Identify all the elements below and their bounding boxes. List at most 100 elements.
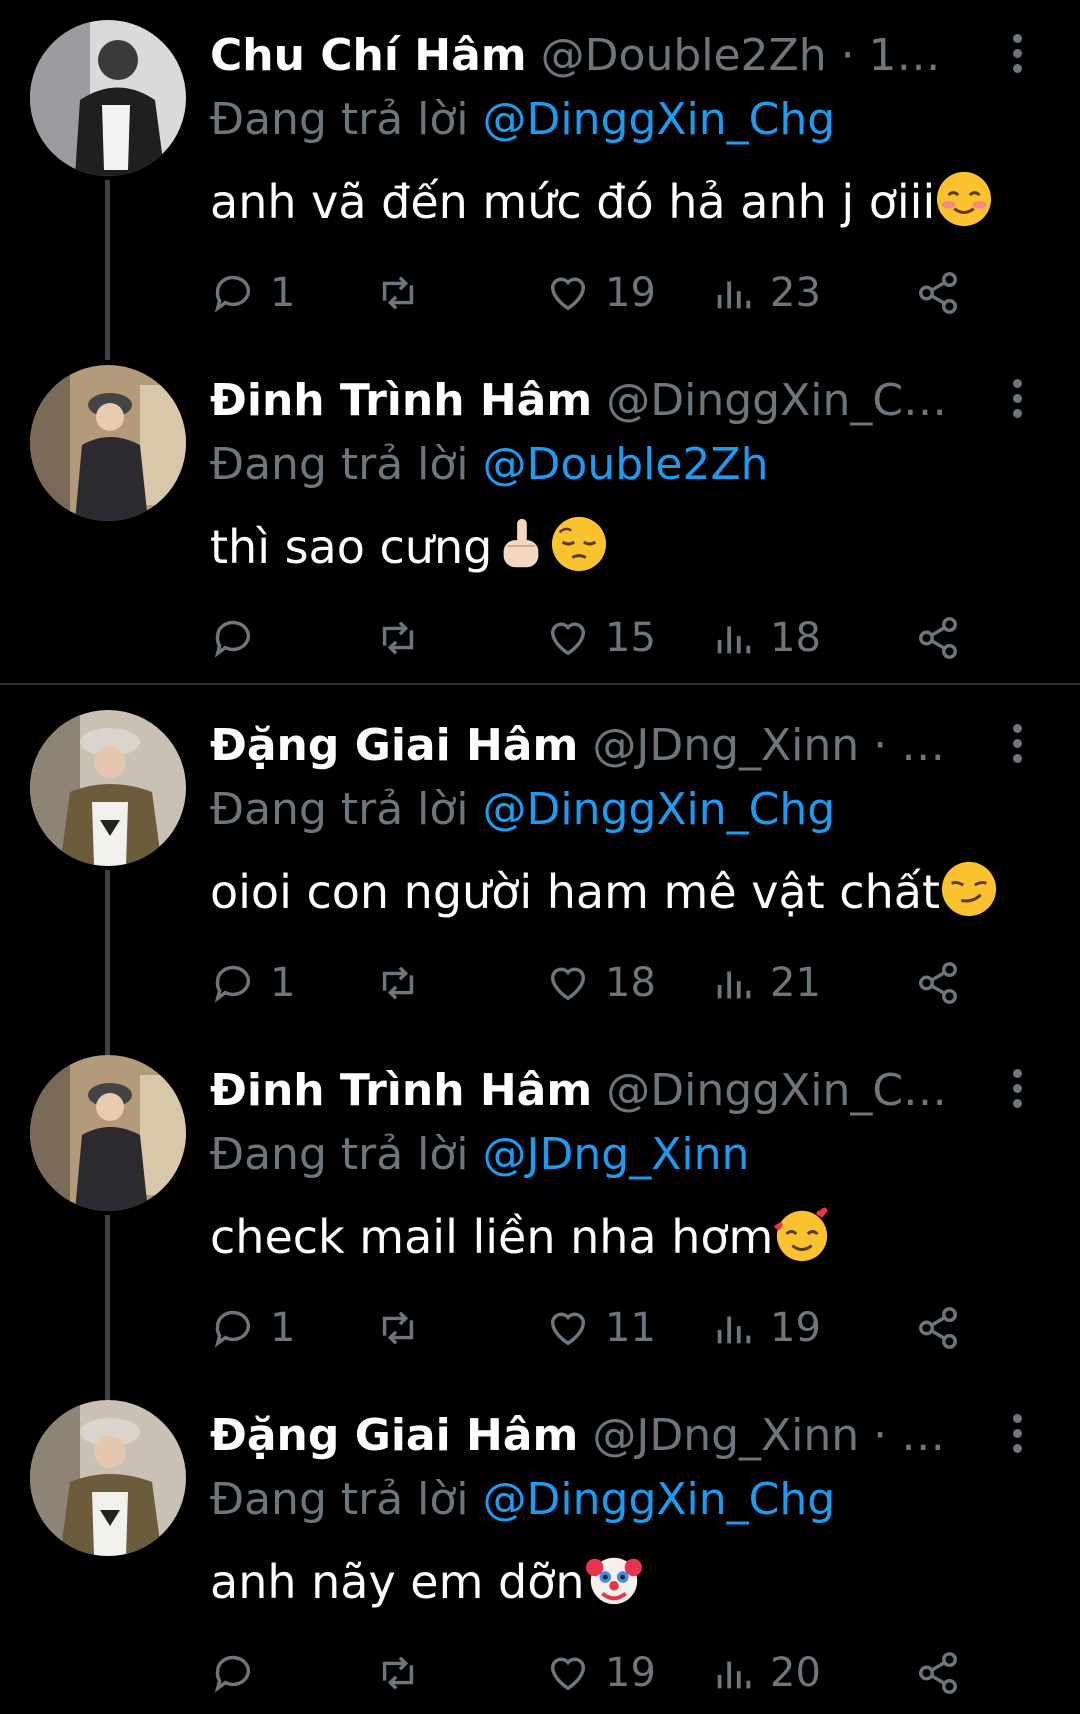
- views-button[interactable]: 20: [710, 1645, 821, 1701]
- share-button[interactable]: [915, 955, 961, 1011]
- share-icon: [919, 1652, 957, 1694]
- replying-label: Đang trả lời: [210, 784, 469, 835]
- display-name[interactable]: Đặng Giai Hâm: [210, 720, 578, 771]
- retweet-button[interactable]: [375, 610, 435, 666]
- replying-to: Đang trả lời @Double2Zh: [210, 435, 768, 495]
- share-icon: [919, 617, 957, 659]
- views-button[interactable]: 18: [710, 610, 821, 666]
- middle-finger-emoji: [503, 518, 539, 568]
- reply-button[interactable]: 1: [210, 955, 295, 1011]
- more-options-icon[interactable]: [1005, 1063, 1029, 1123]
- tweet-text: oioi con người ham mê vật chất: [210, 860, 998, 924]
- more-options-icon[interactable]: [1005, 28, 1029, 88]
- more-options-icon[interactable]: [1005, 718, 1029, 778]
- share-button[interactable]: [915, 1645, 961, 1701]
- display-name[interactable]: Đinh Trình Hâm: [210, 1065, 592, 1116]
- retweet-icon: [382, 621, 414, 655]
- retweet-button[interactable]: [375, 1300, 435, 1356]
- action-bar: 19 20: [210, 1645, 1030, 1701]
- display-name[interactable]: Chu Chí Hâm: [210, 30, 527, 81]
- retweet-button[interactable]: [375, 955, 435, 1011]
- tweet-text: anh vã đến mức đó hả anh j ơiii: [210, 170, 993, 234]
- display-name[interactable]: Đinh Trình Hâm: [210, 375, 592, 426]
- views-button[interactable]: 23: [710, 265, 821, 321]
- mention-link[interactable]: @DinggXin_Chg: [483, 784, 836, 835]
- tweet[interactable]: Đinh Trình Hâm @DinggXin_C… Đang trả lời…: [0, 365, 1080, 675]
- handle[interactable]: @JDng_Xinn · …: [592, 720, 945, 771]
- mention-link[interactable]: @DinggXin_Chg: [483, 94, 836, 145]
- like-count: 19: [605, 270, 656, 316]
- avatar[interactable]: [30, 710, 186, 866]
- tweet[interactable]: Chu Chí Hâm @Double2Zh · 1… Đang trả lời…: [0, 20, 1080, 360]
- views-count: 19: [770, 1305, 821, 1351]
- heart-icon: [550, 277, 586, 311]
- like-button[interactable]: 18: [545, 955, 656, 1011]
- reply-icon: [214, 275, 251, 313]
- tweet-text-content: anh nãy em dỡn: [210, 1555, 585, 1609]
- views-icon: [717, 971, 751, 999]
- handle[interactable]: @DinggXin_C…: [606, 375, 947, 426]
- views-button[interactable]: 21: [710, 955, 821, 1011]
- tweet-text: anh nãy em dỡn: [210, 1550, 643, 1614]
- thread-line: [105, 870, 110, 1055]
- mention-link[interactable]: @JDng_Xinn: [483, 1129, 750, 1180]
- share-button[interactable]: [915, 1300, 961, 1356]
- like-button[interactable]: 19: [545, 265, 656, 321]
- like-count: 18: [605, 960, 656, 1006]
- tweet[interactable]: Đặng Giai Hâm @JDng_Xinn · … Đang trả lờ…: [0, 1400, 1080, 1714]
- smirk-emoji: [941, 861, 997, 917]
- mention-link[interactable]: @DinggXin_Chg: [483, 1474, 836, 1525]
- views-button[interactable]: 19: [710, 1300, 821, 1356]
- share-icon: [919, 272, 957, 314]
- retweet-button[interactable]: [375, 265, 435, 321]
- smiling-blush-emoji: [937, 171, 992, 227]
- reply-button[interactable]: [210, 1645, 270, 1701]
- views-icon: [717, 1316, 751, 1344]
- share-button[interactable]: [915, 265, 961, 321]
- retweet-icon: [382, 966, 414, 1000]
- tweet[interactable]: Đặng Giai Hâm @JDng_Xinn · … Đang trả lờ…: [0, 710, 1080, 1055]
- display-name[interactable]: Đặng Giai Hâm: [210, 1410, 578, 1461]
- mention-link[interactable]: @Double2Zh: [483, 439, 769, 490]
- handle[interactable]: @JDng_Xinn · …: [592, 1410, 945, 1461]
- tweet-header: Đinh Trình Hâm @DinggXin_C…: [210, 371, 990, 431]
- like-button[interactable]: 19: [545, 1645, 656, 1701]
- replying-label: Đang trả lời: [210, 1474, 469, 1525]
- avatar[interactable]: [30, 20, 186, 176]
- avatar[interactable]: [30, 1400, 186, 1556]
- avatar[interactable]: [30, 1055, 186, 1211]
- share-icon: [919, 1307, 957, 1349]
- heart-icon: [550, 967, 586, 1001]
- handle[interactable]: @DinggXin_C…: [606, 1065, 947, 1116]
- more-options-icon[interactable]: [1005, 1408, 1029, 1468]
- views-count: 18: [770, 615, 821, 661]
- more-options-icon[interactable]: [1005, 373, 1029, 433]
- action-bar: 1 19 23: [210, 265, 1030, 321]
- reply-button[interactable]: 1: [210, 1300, 295, 1356]
- thread-line: [105, 1215, 110, 1400]
- replying-label: Đang trả lời: [210, 1129, 469, 1180]
- handle[interactable]: @Double2Zh · 1…: [541, 30, 941, 81]
- replying-label: Đang trả lời: [210, 439, 469, 490]
- tweet[interactable]: Đinh Trình Hâm @DinggXin_C… Đang trả lời…: [0, 1055, 1080, 1400]
- tweet-text: thì sao cưng: [210, 515, 608, 579]
- tweet-header: Đinh Trình Hâm @DinggXin_C…: [210, 1061, 990, 1121]
- action-bar: 1 11 19: [210, 1300, 1030, 1356]
- reply-count: 1: [270, 1305, 296, 1351]
- share-button[interactable]: [915, 610, 961, 666]
- like-button[interactable]: 15: [545, 610, 656, 666]
- reply-button[interactable]: 1: [210, 265, 295, 321]
- replying-to: Đang trả lời @DinggXin_Chg: [210, 780, 835, 840]
- action-bar: 1 18 21: [210, 955, 1030, 1011]
- like-button[interactable]: 11: [545, 1300, 656, 1356]
- avatar[interactable]: [30, 365, 186, 521]
- tweet-text-content: anh vã đến mức đó hả anh j ơiii: [210, 175, 936, 229]
- tweet-text-content: thì sao cưng: [210, 520, 493, 574]
- pensive-emoji: [552, 516, 607, 572]
- reply-button[interactable]: [210, 610, 270, 666]
- reply-icon: [214, 1310, 251, 1348]
- like-count: 19: [605, 1650, 656, 1696]
- views-count: 23: [770, 270, 821, 316]
- thread-line: [105, 180, 110, 360]
- retweet-button[interactable]: [375, 1645, 435, 1701]
